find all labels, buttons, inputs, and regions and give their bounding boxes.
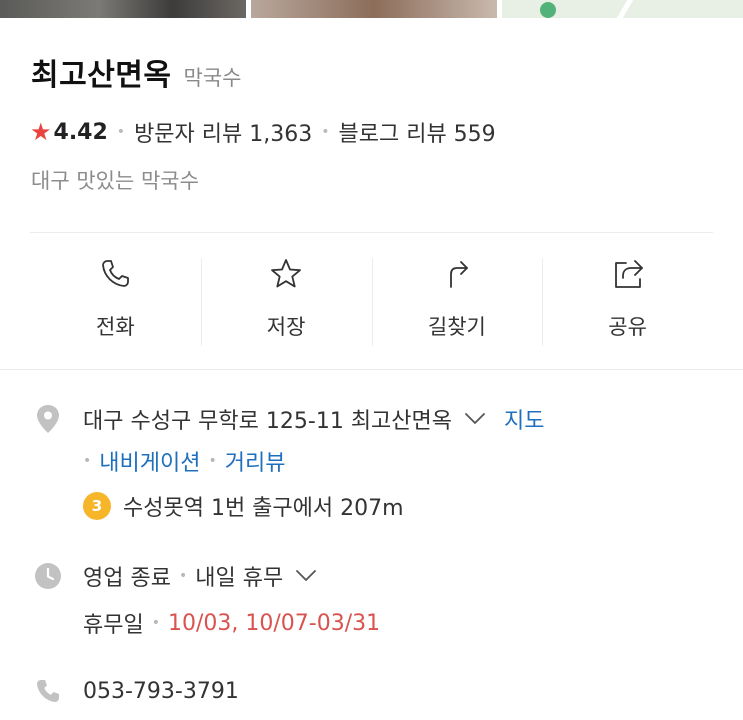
- navigation-link[interactable]: 내비게이션: [99, 445, 200, 477]
- action-bar: 전화 저장 길찾기 공유: [30, 256, 713, 346]
- address-text[interactable]: 대구 수성구 무학로 125-11 최고산면옥: [83, 403, 452, 435]
- rating-score: 4.42: [53, 119, 108, 145]
- share-label: 공유: [608, 315, 647, 339]
- hours-row[interactable]: 영업 종료 • 내일 휴무: [33, 560, 317, 592]
- save-button[interactable]: 저장: [200, 256, 372, 346]
- clock-icon: [33, 561, 63, 591]
- chevron-down-icon[interactable]: [464, 412, 486, 426]
- photo-thumbnail-1[interactable]: [0, 0, 246, 18]
- holiday-dates: 10/03, 10/07-03/31: [168, 610, 381, 636]
- star-icon: [271, 259, 302, 288]
- subway-line-badge: 3: [83, 492, 111, 520]
- rating-star-icon: ★: [30, 118, 52, 146]
- map-pin-icon: [540, 2, 556, 18]
- next-hours: 내일 휴무: [195, 566, 284, 591]
- phone-number[interactable]: 053-793-3791: [83, 679, 239, 704]
- blog-reviews-link[interactable]: 블로그 리뷰 559: [339, 116, 496, 148]
- street-view-link[interactable]: 거리뷰: [225, 445, 286, 477]
- section-divider: [0, 369, 743, 370]
- subway-directions-text: 수성못역 1번 출구에서 207m: [123, 496, 404, 521]
- map-link[interactable]: 지도: [504, 403, 544, 435]
- directions-icon: [449, 261, 468, 288]
- call-button[interactable]: 전화: [30, 256, 201, 346]
- address-row: 대구 수성구 무학로 125-11 최고산면옥 지도: [33, 403, 545, 435]
- rating-row: ★ 4.42 • 방문자 리뷰 1,363 • 블로그 리뷰 559: [30, 116, 496, 148]
- call-label: 전화: [96, 315, 135, 339]
- phone-icon: [33, 676, 63, 706]
- place-category: 막국수: [183, 66, 242, 90]
- visitor-reviews-link[interactable]: 방문자 리뷰 1,363: [134, 116, 312, 148]
- photo-thumbnail-2[interactable]: [251, 0, 497, 18]
- directions-label: 길찾기: [427, 315, 486, 339]
- photo-strip[interactable]: [0, 0, 743, 18]
- place-description: 대구 맛있는 막국수: [31, 169, 199, 193]
- phone-row[interactable]: 053-793-3791: [33, 676, 239, 706]
- phone-icon: [102, 260, 130, 287]
- subway-directions: 3 수성못역 1번 출구에서 207m: [83, 490, 404, 522]
- holiday-label: 휴무일: [83, 613, 144, 638]
- place-header: 최고산면옥 막국수: [31, 50, 241, 94]
- business-status: 영업 종료: [83, 566, 171, 591]
- location-pin-icon: [33, 404, 63, 434]
- directions-button[interactable]: 길찾기: [371, 256, 543, 346]
- chevron-down-icon[interactable]: [295, 569, 317, 583]
- place-name: 최고산면옥: [31, 58, 172, 93]
- address-links: • 내비게이션 • 거리뷰: [83, 445, 285, 477]
- map-thumbnail[interactable]: [502, 0, 743, 18]
- share-button[interactable]: 공유: [542, 256, 713, 346]
- holiday-row: 휴무일 • 10/03, 10/07-03/31: [83, 607, 380, 639]
- share-icon: [614, 260, 643, 288]
- save-label: 저장: [266, 315, 306, 339]
- divider: [30, 232, 713, 233]
